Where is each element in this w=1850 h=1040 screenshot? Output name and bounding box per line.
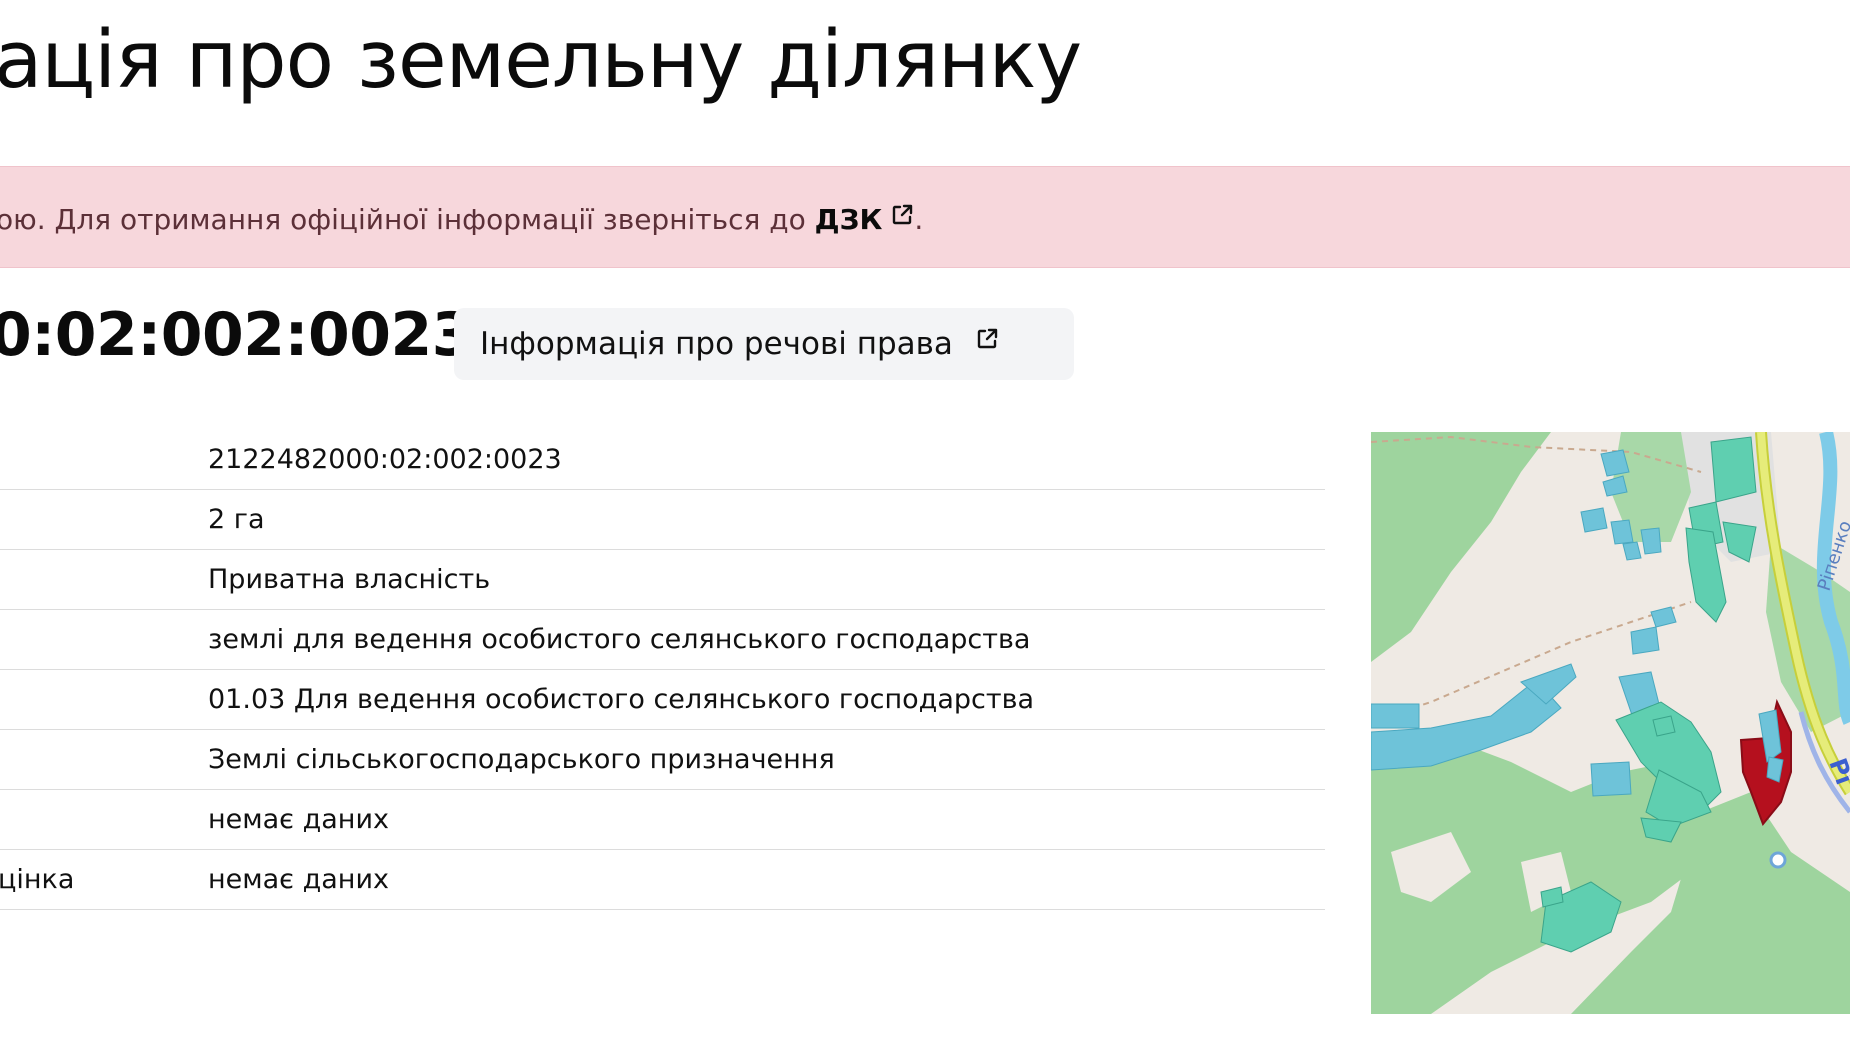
table-row: цінка немає даних <box>0 850 1325 910</box>
table-row: Землі сільськогосподарського призначення <box>0 730 1325 790</box>
location-marker-icon <box>1769 851 1787 869</box>
table-row: Приватна власність <box>0 550 1325 610</box>
row-value: немає даних <box>208 804 389 835</box>
map-canvas[interactable]: Ріпенко Рі <box>1371 432 1850 1014</box>
cadastral-number-heading: 0:02:002:0023 <box>0 300 473 370</box>
external-link-icon <box>975 323 999 359</box>
land-parcel <box>1652 715 1676 737</box>
dzk-link-label: ДЗК <box>814 203 883 236</box>
table-row: землі для ведення особистого селянського… <box>0 610 1325 670</box>
row-value: землі для ведення особистого селянського… <box>208 624 1031 655</box>
table-row: 2 га <box>0 490 1325 550</box>
property-rights-button[interactable]: Інформація про речові права <box>454 308 1074 380</box>
row-value: Приватна власність <box>208 564 491 595</box>
parcel-details-table: 2122482000:02:002:0023 2 га Приватна вла… <box>0 430 1325 910</box>
row-value: 2 га <box>208 504 265 535</box>
land-parcel <box>1610 519 1634 545</box>
land-parcel <box>1371 703 1420 729</box>
land-parcel <box>1640 527 1662 555</box>
row-value: 01.03 Для ведення особистого селянського… <box>208 684 1035 715</box>
row-value: 2122482000:02:002:0023 <box>208 444 562 475</box>
external-link-icon <box>890 201 914 234</box>
alert-suffix: . <box>914 203 924 236</box>
row-value: Землі сільськогосподарського призначення <box>208 744 835 775</box>
land-parcel <box>1710 436 1757 503</box>
row-label: цінка <box>0 864 75 895</box>
alert-text: ою. Для отримання офіційної інформації з… <box>0 203 815 236</box>
dzk-link[interactable]: ДЗК <box>815 203 915 236</box>
page-title: ація про земельну ділянку <box>0 14 1082 106</box>
table-row: 01.03 Для ведення особистого селянського… <box>0 670 1325 730</box>
property-rights-button-label: Інформація про речові права <box>480 326 953 362</box>
parcel-map[interactable]: Ріпенко Рі <box>1371 432 1850 1014</box>
alert-message: ою. Для отримання офіційної інформації з… <box>0 203 923 238</box>
land-parcel <box>1630 626 1660 655</box>
land-parcel <box>1580 507 1608 533</box>
info-alert: ою. Для отримання офіційної інформації з… <box>0 166 1850 268</box>
land-parcel <box>1590 761 1632 797</box>
table-row: немає даних <box>0 790 1325 850</box>
row-value: немає даних <box>208 864 389 895</box>
table-row: 2122482000:02:002:0023 <box>0 430 1325 490</box>
